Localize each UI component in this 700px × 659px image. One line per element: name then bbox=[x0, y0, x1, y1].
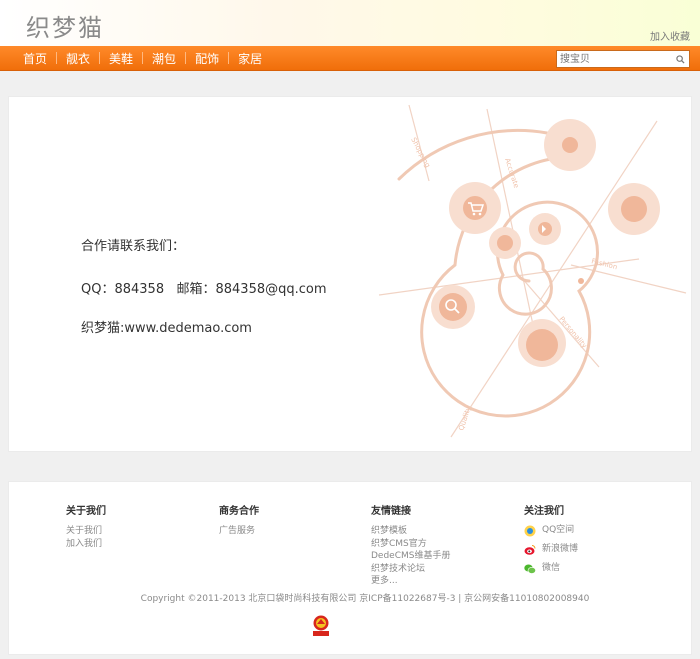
site-footer: 关于我们 关于我们 加入我们 商务合作 广告服务 友情链接 织梦模板 织梦CMS… bbox=[8, 481, 692, 655]
footer-col-follow: 关注我们 QQ空间 新浪微博 微信 bbox=[524, 502, 578, 578]
footer-link-label: QQ空间 bbox=[542, 525, 575, 535]
footer-col-friend-links: 友情链接 织梦模板 织梦CMS官方 DedeCMS维基手册 织梦技术论坛 更多.… bbox=[371, 502, 450, 588]
footer-link-cms-official[interactable]: 织梦CMS官方 bbox=[371, 538, 450, 551]
nav-item-home[interactable]: 首页 bbox=[14, 50, 56, 67]
footer-col-title: 关注我们 bbox=[524, 506, 564, 517]
footer-link-label: 微信 bbox=[542, 563, 561, 573]
contact-heading: 合作请联系我们： bbox=[81, 239, 186, 254]
search-box bbox=[556, 50, 690, 68]
spiral-illustration: Shopping Accurate Fashion Personality Qu… bbox=[378, 104, 687, 438]
footer-link-more[interactable]: 更多... bbox=[371, 575, 450, 588]
site-logo[interactable]: 织梦猫 bbox=[26, 8, 104, 43]
spiral-label-shopping: Shopping bbox=[409, 136, 431, 169]
nav-item-home-living[interactable]: 家居 bbox=[229, 50, 271, 67]
footer-link-join-us[interactable]: 加入我们 bbox=[66, 538, 106, 551]
contact-qq-email: QQ：884358 邮箱：884358@qq.com bbox=[81, 282, 327, 297]
footer-link-qzone[interactable]: QQ空间 bbox=[524, 521, 578, 540]
footer-col-title: 关于我们 bbox=[66, 506, 106, 517]
nav-item-accessories[interactable]: 配饰 bbox=[186, 50, 228, 67]
contact-website: 织梦猫:www.dedemao.com bbox=[81, 321, 252, 336]
search-input[interactable] bbox=[557, 52, 673, 66]
nav-item-clothes[interactable]: 靓衣 bbox=[57, 50, 99, 67]
footer-link-wechat[interactable]: 微信 bbox=[524, 559, 578, 578]
wechat-icon bbox=[524, 564, 536, 574]
weibo-icon bbox=[524, 544, 536, 555]
qzone-icon bbox=[524, 525, 536, 536]
nav-item-bags[interactable]: 潮包 bbox=[143, 50, 185, 67]
search-button[interactable] bbox=[673, 52, 687, 66]
footer-link-templates[interactable]: 织梦模板 bbox=[371, 525, 450, 538]
search-icon bbox=[675, 54, 685, 64]
footer-link-label: 新浪微博 bbox=[542, 544, 579, 554]
nav-item-shoes[interactable]: 美鞋 bbox=[100, 50, 142, 67]
copyright-text: Copyright ©2011-2013 北京口袋时尚科技有限公司 京ICP备1… bbox=[140, 594, 590, 604]
spiral-label-quality: Quality bbox=[457, 405, 472, 431]
contact-panel: 合作请联系我们： QQ：884358 邮箱：884358@qq.com 织梦猫:… bbox=[8, 96, 692, 452]
footer-link-ads[interactable]: 广告服务 bbox=[219, 525, 259, 538]
header-bar: 织梦猫 加入收藏 bbox=[0, 0, 700, 46]
add-favorite-link[interactable]: 加入收藏 bbox=[650, 28, 690, 43]
footer-link-wiki[interactable]: DedeCMS维基手册 bbox=[371, 550, 450, 563]
footer-link-about-us[interactable]: 关于我们 bbox=[66, 525, 106, 538]
police-badge-icon[interactable] bbox=[311, 614, 331, 638]
footer-col-title: 友情链接 bbox=[371, 506, 411, 517]
footer-link-weibo[interactable]: 新浪微博 bbox=[524, 540, 578, 559]
footer-col-about: 关于我们 关于我们 加入我们 bbox=[66, 502, 106, 550]
footer-col-business: 商务合作 广告服务 bbox=[219, 502, 259, 538]
footer-col-title: 商务合作 bbox=[219, 506, 259, 517]
spiral-label-accurate: Accurate bbox=[503, 157, 520, 189]
footer-link-forum[interactable]: 织梦技术论坛 bbox=[371, 563, 450, 576]
